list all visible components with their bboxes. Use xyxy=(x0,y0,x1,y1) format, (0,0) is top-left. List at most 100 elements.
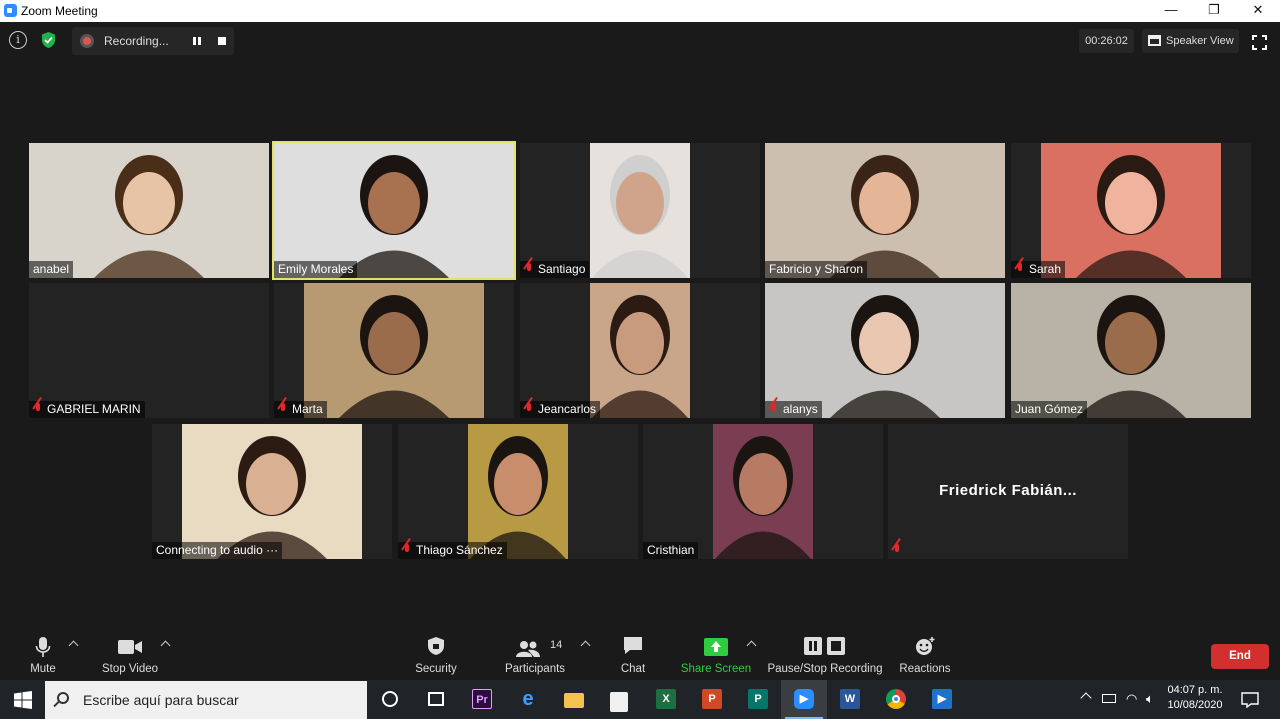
participant-tile[interactable]: Juan Gómez xyxy=(1011,283,1251,418)
participant-name: Juan Gómez xyxy=(1015,402,1084,416)
microphone-icon xyxy=(35,637,51,657)
participant-tile[interactable]: Thiago Sánchez xyxy=(398,424,638,559)
stop-recording-icon[interactable] xyxy=(218,37,226,45)
taskbar-edge[interactable]: e xyxy=(505,680,551,719)
show-hidden-icons-chevron-icon[interactable] xyxy=(1080,692,1092,704)
participant-name: Fabricio y Sharon xyxy=(769,262,864,276)
store-bag-icon xyxy=(610,692,628,712)
share-screen-button[interactable]: Share Screen xyxy=(680,628,752,680)
participant-tile[interactable]: Connecting to audio ··· xyxy=(152,424,392,559)
shield-icon[interactable] xyxy=(40,31,57,49)
muted-microphone-icon xyxy=(402,544,412,556)
taskbar-premiere[interactable]: Pr xyxy=(459,680,505,719)
participant-name-tag: Thiago Sánchez xyxy=(398,542,507,559)
task-view-button[interactable] xyxy=(413,680,459,719)
participant-tile[interactable]: Sarah xyxy=(1011,143,1251,278)
participant-name: Santiago xyxy=(538,262,586,276)
participant-name-tag: alanys xyxy=(765,401,822,418)
mute-button[interactable]: Mute xyxy=(20,628,66,680)
stop-video-button[interactable]: Stop Video xyxy=(96,628,164,680)
edge-browser-icon: e xyxy=(522,688,534,710)
participant-tile[interactable]: Marta xyxy=(274,283,514,418)
minimize-button[interactable]: — xyxy=(1149,0,1193,22)
pause-stop-recording-icon xyxy=(804,637,845,655)
participant-tile[interactable]: Friedrick Fabián... xyxy=(888,424,1128,559)
participant-name-tag: Cristhian xyxy=(643,542,699,559)
system-clock[interactable]: 04:07 p. m. 10/08/2020 xyxy=(1164,683,1226,713)
zoom-logo-icon xyxy=(4,4,17,17)
security-shield-icon xyxy=(428,637,444,655)
mute-label: Mute xyxy=(30,663,56,675)
speaker-view-icon xyxy=(1148,35,1161,46)
participant-tile[interactable]: Santiago xyxy=(520,143,760,278)
end-meeting-button[interactable]: End xyxy=(1211,644,1269,669)
pause-stop-recording-button[interactable]: Pause/Stop Recording xyxy=(766,628,884,680)
taskbar-word[interactable]: W xyxy=(827,680,873,719)
search-placeholder: Escribe aquí para buscar xyxy=(83,692,239,708)
participant-video xyxy=(765,283,1005,418)
taskbar-store[interactable] xyxy=(597,680,643,719)
meeting-timer: 00:26:02 xyxy=(1079,29,1134,53)
participants-label: Participants xyxy=(504,663,566,675)
taskbar-video-app[interactable]: ▶ xyxy=(919,680,965,719)
muted-microphone-icon xyxy=(892,544,902,556)
audio-options-chevron-icon[interactable] xyxy=(68,640,79,651)
taskbar-powerpoint[interactable]: P xyxy=(689,680,735,719)
participant-tile[interactable]: alanys xyxy=(765,283,1005,418)
taskbar-search-box[interactable]: Escribe aquí para buscar xyxy=(45,681,367,719)
speaker-view-button[interactable]: Speaker View xyxy=(1142,29,1239,53)
participants-options-chevron-icon[interactable] xyxy=(580,640,591,651)
reactions-button[interactable]: Reactions xyxy=(896,628,954,680)
participant-video xyxy=(590,143,690,278)
start-button[interactable] xyxy=(0,680,45,719)
participants-icon xyxy=(516,641,540,657)
meeting-topbar: i Recording... 00:26:02 Speaker View xyxy=(0,22,1280,60)
cortana-button[interactable] xyxy=(367,680,413,719)
volume-icon[interactable]: 🔈︎ xyxy=(1146,691,1154,707)
wifi-icon[interactable]: ◠ xyxy=(1126,691,1137,707)
reactions-smiley-icon xyxy=(916,637,935,655)
info-icon[interactable]: i xyxy=(9,31,27,49)
participant-tile[interactable]: Fabricio y Sharon xyxy=(765,143,1005,278)
participant-video xyxy=(304,283,484,418)
restore-button[interactable]: ❐ xyxy=(1192,0,1236,22)
participant-name-tag: Jeancarlos xyxy=(520,401,601,418)
security-button[interactable]: Security xyxy=(406,628,466,680)
recording-dot-icon xyxy=(80,34,94,48)
muted-microphone-icon xyxy=(278,403,288,415)
powerpoint-icon: P xyxy=(702,689,722,709)
taskbar-chrome[interactable] xyxy=(873,680,919,719)
taskbar-file-explorer[interactable] xyxy=(551,680,597,719)
taskbar-excel[interactable]: X xyxy=(643,680,689,719)
share-screen-label: Share Screen xyxy=(680,663,752,675)
participant-tile[interactable]: anabel xyxy=(29,143,269,278)
participant-name-tag xyxy=(888,542,910,559)
chat-icon xyxy=(624,637,642,654)
close-button[interactable]: ✕ xyxy=(1236,0,1280,22)
windows-taskbar: Escribe aquí para buscar Pr e X P P ▶ W … xyxy=(0,680,1280,719)
participant-video xyxy=(1011,283,1251,418)
participant-name: GABRIEL MARIN xyxy=(47,402,141,416)
participant-tile[interactable]: Cristhian xyxy=(643,424,883,559)
participant-name-tag: Sarah xyxy=(1011,261,1066,278)
video-player-icon: ▶ xyxy=(932,689,952,709)
participant-tile[interactable]: Jeancarlos xyxy=(520,283,760,418)
battery-icon[interactable] xyxy=(1102,694,1116,703)
fullscreen-icon[interactable] xyxy=(1252,35,1267,50)
participant-name: Sarah xyxy=(1029,262,1062,276)
participant-name: alanys xyxy=(783,402,818,416)
stop-video-label: Stop Video xyxy=(101,663,159,675)
taskbar-zoom[interactable]: ▶ xyxy=(781,680,827,719)
participants-button[interactable]: 14 Participants xyxy=(500,628,570,680)
notifications-icon[interactable] xyxy=(1241,692,1259,708)
taskbar-publisher[interactable]: P xyxy=(735,680,781,719)
participant-video xyxy=(468,424,568,559)
pause-recording-icon[interactable] xyxy=(193,37,201,45)
participant-tile[interactable]: Emily Morales xyxy=(272,141,516,280)
cortana-circle-icon xyxy=(382,691,398,707)
chat-button[interactable]: Chat xyxy=(608,628,658,680)
recording-label: Recording... xyxy=(104,34,169,48)
participant-tile[interactable]: GABRIEL MARIN xyxy=(29,283,269,418)
participant-name: Connecting to audio ··· xyxy=(156,543,279,557)
search-icon xyxy=(57,692,69,704)
